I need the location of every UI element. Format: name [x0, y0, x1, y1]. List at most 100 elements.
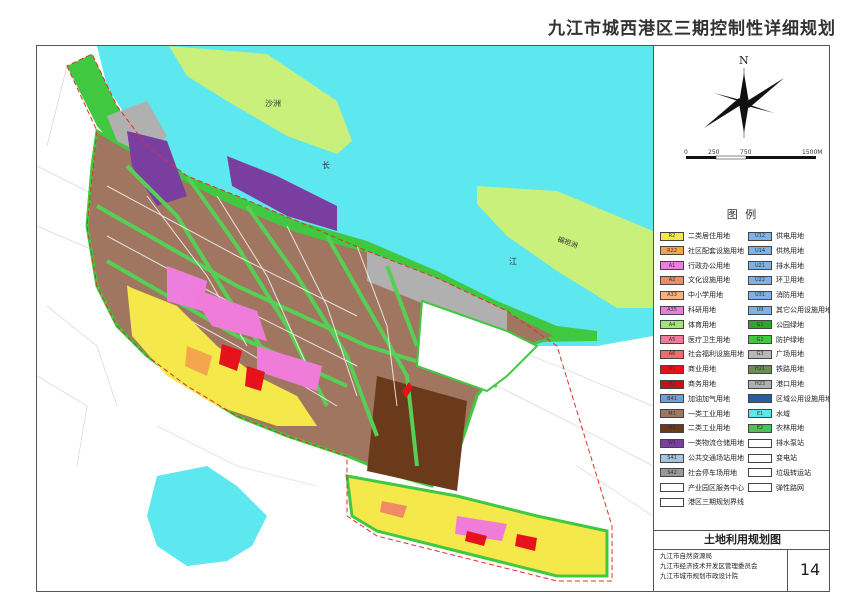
land-use-map[interactable]: 沙洲 长 江 褊担洲	[37, 46, 653, 592]
legend-item: A6 社会福利设施用地	[660, 348, 744, 360]
legend-label: 医疗卫生用地	[688, 335, 730, 344]
legend-item: A1 行政办公用地	[660, 260, 730, 272]
legend-item: 产业园区服务中心	[660, 482, 744, 494]
legend-label: 文化设施用地	[688, 276, 730, 285]
legend-item: R2 二类居住用地	[660, 230, 730, 242]
legend-swatch: S41	[660, 453, 684, 463]
legend-swatch	[748, 483, 772, 493]
legend-swatch: M1	[660, 409, 684, 419]
legend-label: 产业园区服务中心	[688, 483, 744, 492]
legend-item: U14 供热用地	[748, 245, 804, 257]
legend-item: 区域公用设施用地	[748, 393, 830, 405]
legend-swatch: B2	[660, 379, 684, 389]
legend-title: 图 例	[726, 208, 759, 221]
legend-swatch: A5	[660, 335, 684, 345]
legend-label: 社会停车场用地	[688, 468, 737, 477]
legend-swatch: U22	[748, 275, 772, 285]
legend-label: 社区配套设施用地	[688, 246, 744, 255]
legend-swatch	[748, 394, 772, 404]
plan-title: 土地利用规划图	[654, 530, 829, 550]
legend-item: E1 水域	[748, 408, 790, 420]
legend-swatch: S42	[660, 468, 684, 478]
legend-label: 科研用地	[688, 306, 716, 314]
legend-swatch: U12	[748, 231, 772, 241]
legend-swatch: A6	[660, 349, 684, 359]
legend-label: 农林用地	[776, 424, 804, 433]
legend-swatch: H21	[748, 364, 772, 374]
legend-swatch: R2	[660, 231, 684, 241]
legend-label: 商业用地	[688, 365, 716, 374]
legend-item: A35 科研用地	[660, 304, 716, 316]
legend-item: H21 铁路用地	[748, 363, 804, 375]
map-title: 九江市城西港区三期控制性详细规划	[548, 19, 836, 39]
legend-swatch: W1	[660, 438, 684, 448]
legend-label: 一类工业用地	[688, 409, 730, 418]
legend-label: 排水泵站	[776, 439, 804, 448]
legend-item: 港区三期规划界线	[660, 496, 744, 508]
org-line: 九江市经济技术开发区管理委员会	[660, 562, 758, 570]
legend-label: 公园绿地	[776, 320, 804, 329]
legend-swatch: B41	[660, 394, 684, 404]
legend-label: 供电用地	[776, 232, 804, 240]
legend-swatch: M2	[660, 423, 684, 433]
legend-label: 广场用地	[776, 350, 804, 359]
legend-swatch: U21	[748, 261, 772, 271]
legend-swatch: R22	[660, 246, 684, 256]
legend-swatch: B1	[660, 364, 684, 374]
legend-label: 二类居住用地	[688, 232, 730, 240]
legend-swatch: A4	[660, 320, 684, 330]
legend-swatch: U9	[748, 305, 772, 315]
legend-item: 弹性路网	[748, 482, 804, 494]
legend-item: H23 港口用地	[748, 378, 804, 390]
legend-item: G3 广场用地	[748, 348, 804, 360]
legend-label: 环卫用地	[776, 276, 804, 285]
legend-item: A2 文化设施用地	[660, 274, 730, 286]
legend-label: 消防用地	[776, 291, 804, 300]
legend-item: U9 其它公用设施用地	[748, 304, 830, 316]
legend-item: A5 医疗卫生用地	[660, 334, 730, 346]
legend-item: U22 环卫用地	[748, 274, 804, 286]
legend-label: 二类工业用地	[688, 424, 730, 433]
legend-label: 水域	[776, 409, 790, 418]
legend-item: S42 社会停车场用地	[660, 467, 737, 479]
legend-label: 区域公用设施用地	[776, 394, 830, 403]
legend-item: 垃圾转运站	[748, 467, 811, 479]
legend-label: 其它公用设施用地	[776, 306, 830, 314]
legend-swatch: A35	[660, 305, 684, 315]
legend-label: 排水用地	[776, 261, 804, 270]
scale-tick-0: 0	[684, 149, 688, 156]
legend-label: 弹性路网	[776, 483, 804, 492]
legend-item: A4 体育用地	[660, 319, 716, 331]
legend-swatch: A1	[660, 261, 684, 271]
legend-label: 铁路用地	[776, 365, 804, 374]
legend-item: U12 供电用地	[748, 230, 804, 242]
legend-swatch: G1	[748, 320, 772, 330]
legend-label: 供热用地	[776, 246, 804, 255]
legend-item: A33 中小学用地	[660, 289, 723, 301]
legend-item: U21 排水用地	[748, 260, 804, 272]
legend-swatch	[748, 468, 772, 478]
legend-item: M2 二类工业用地	[660, 422, 730, 434]
legend-swatch	[660, 483, 684, 493]
legend-swatch	[748, 438, 772, 448]
legend-item: U31 消防用地	[748, 289, 804, 301]
legend-label: 加油加气用地	[688, 394, 730, 403]
organizations: 九江市自然资源局 九江市经济技术开发区管理委员会 九江市城市规划市政设计院	[654, 549, 786, 591]
legend-label: 体育用地	[688, 320, 716, 329]
legend-label: 港区三期规划界线	[688, 498, 744, 507]
scale-tick-2: 750	[740, 149, 752, 156]
legend-item: G1 公园绿地	[748, 319, 804, 331]
legend-item: B2 商务用地	[660, 378, 716, 390]
legend-panel: N 0 250 750 1500M 图 例 R2 二类居住用地 R22 社区配套设施用…	[653, 46, 830, 591]
sheet-number: 14	[787, 549, 829, 591]
legend-swatch: H23	[748, 379, 772, 389]
legend-label: 垃圾转运站	[776, 468, 811, 477]
legend-label: 社会福利设施用地	[688, 350, 744, 359]
legend-item: 变电站	[748, 452, 797, 464]
legend-swatch: E1	[748, 409, 772, 419]
legend-item: R22 社区配套设施用地	[660, 245, 744, 257]
north-arrow-icon	[704, 68, 784, 138]
legend-item: B1 商业用地	[660, 363, 716, 375]
legend-swatch: A33	[660, 290, 684, 300]
legend-swatch	[748, 453, 772, 463]
